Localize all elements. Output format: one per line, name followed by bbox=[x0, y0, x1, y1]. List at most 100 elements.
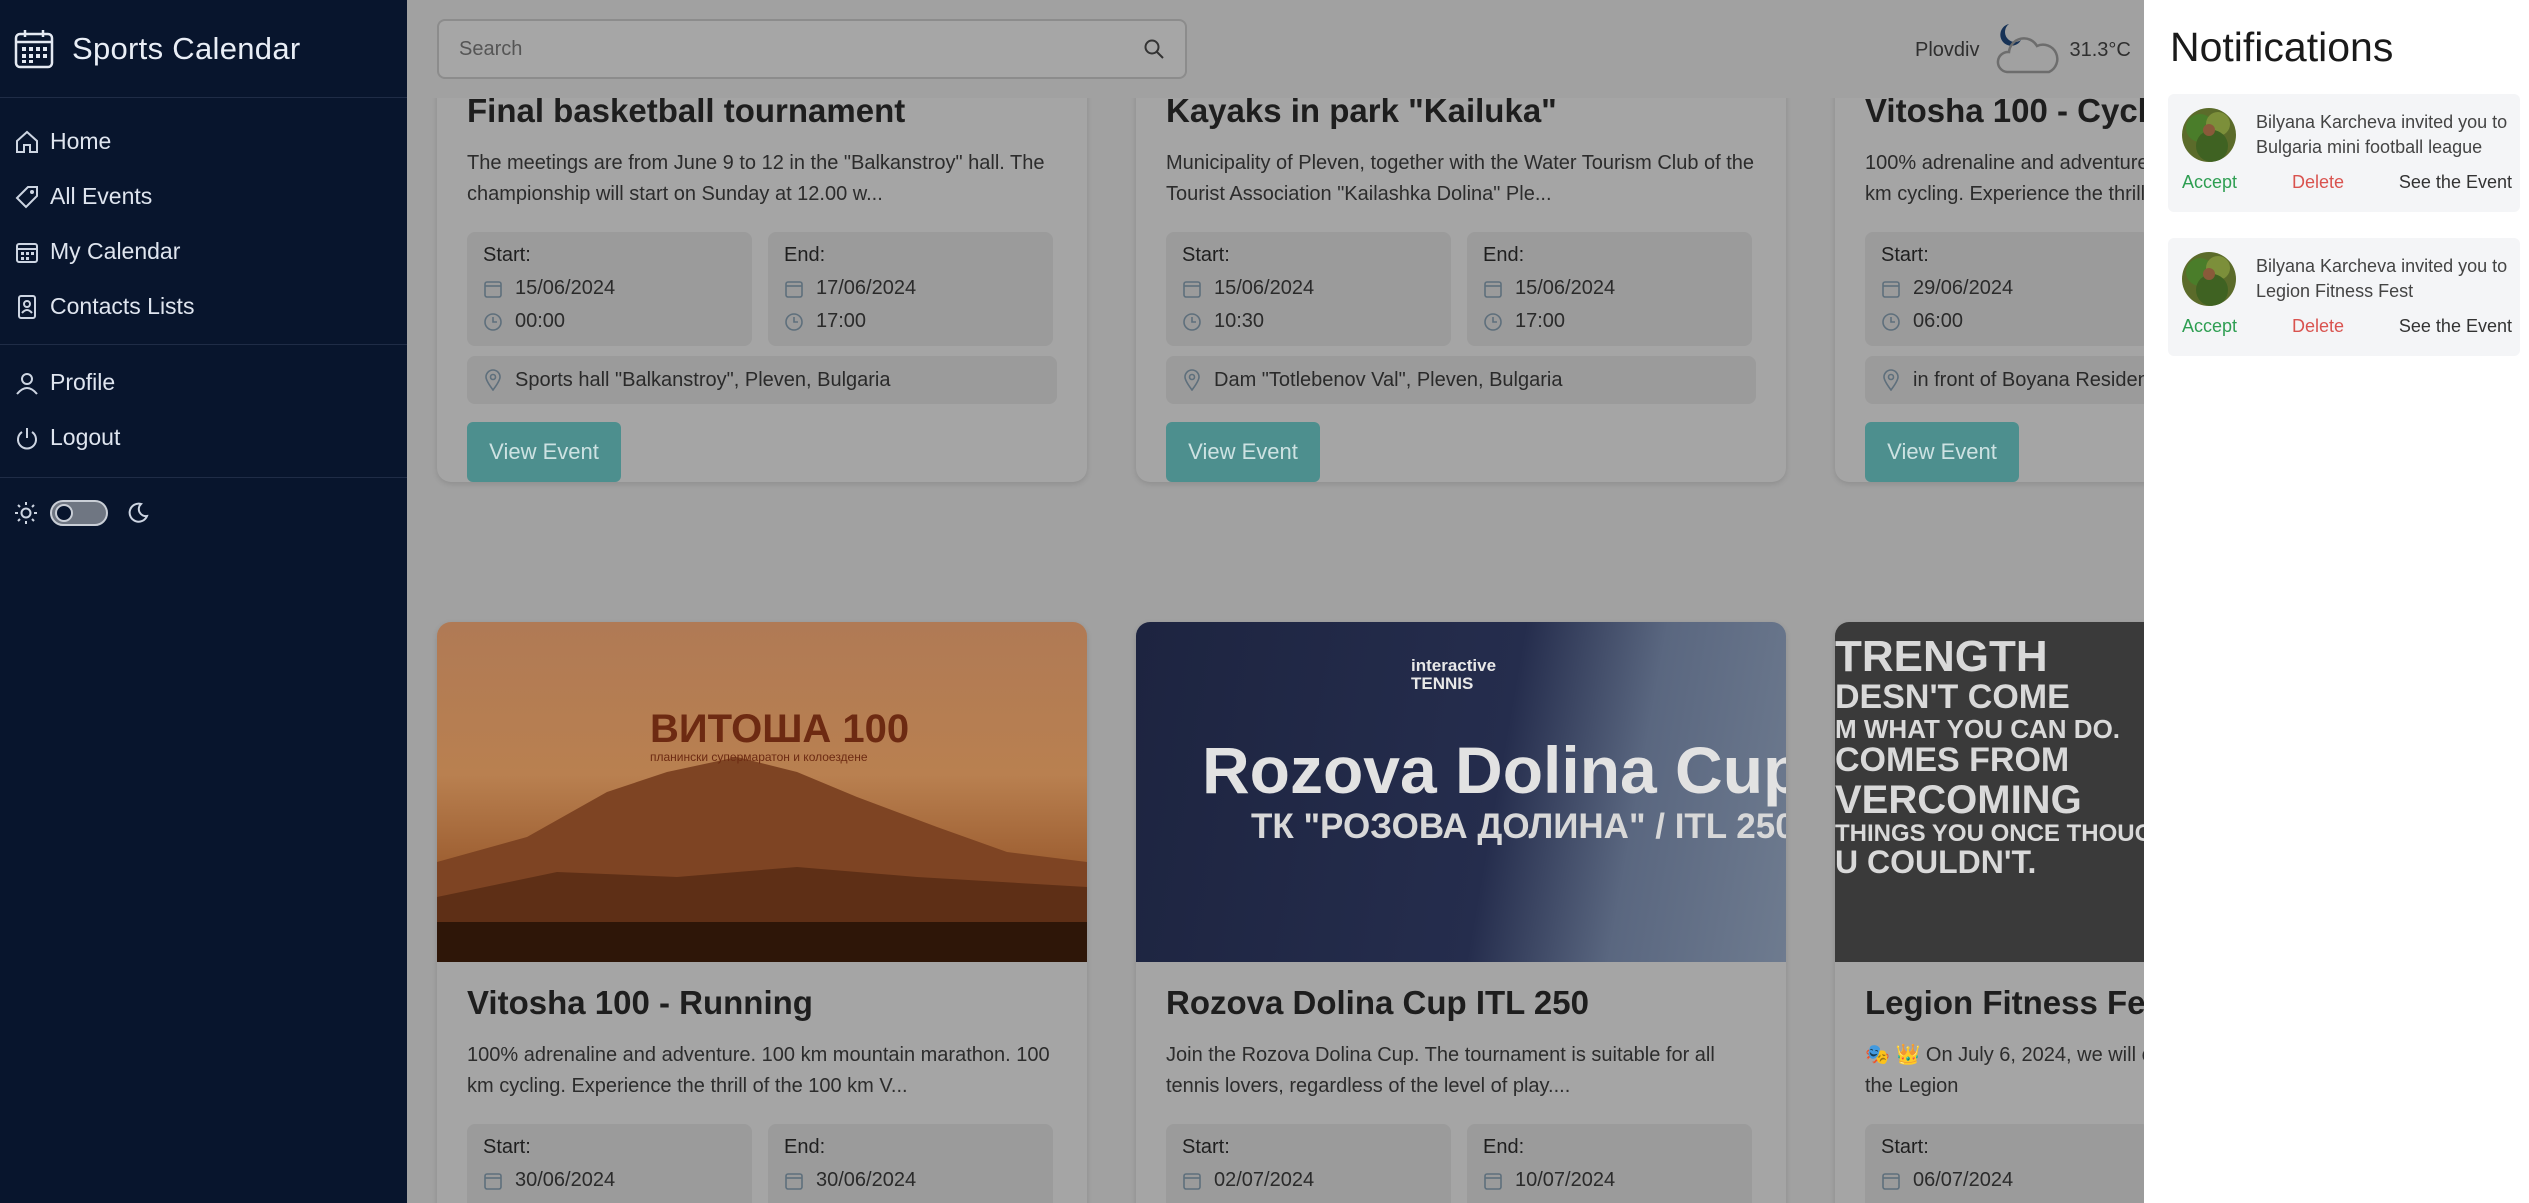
search-input[interactable] bbox=[459, 37, 1143, 61]
end-date: 30/06/2024 bbox=[816, 1169, 917, 1191]
event-card: TRENGTH DESN'T COME M WHAT YOU CAN DO. COME… bbox=[1835, 622, 2144, 1203]
main-nav: Home All Events My Calendar Contacts Lis… bbox=[0, 98, 407, 345]
sidebar-item-all-events[interactable]: All Events bbox=[0, 169, 407, 224]
sun-icon bbox=[15, 502, 37, 524]
sidebar-item-logout[interactable]: Logout bbox=[0, 410, 407, 465]
start-label: Start: bbox=[483, 1136, 531, 1158]
notifications-title: Notifications bbox=[2170, 24, 2394, 70]
location-text: Dam "Totlebenov Val", Pleven, Bulgaria bbox=[1214, 368, 1563, 391]
location-text: Sports hall "Balkanstroy", Pleven, Bulga… bbox=[515, 368, 891, 391]
clock-icon bbox=[484, 312, 502, 331]
view-event-button[interactable]: View Event bbox=[467, 422, 621, 482]
end-label: End: bbox=[784, 244, 826, 266]
cloudy-night-icon bbox=[1997, 24, 2059, 74]
avatar bbox=[2182, 108, 2236, 162]
location-text: in front of Boyana Residence bbox=[1913, 368, 2144, 391]
toggle-knob bbox=[55, 504, 73, 522]
sidebar-item-contacts-lists[interactable]: Contacts Lists bbox=[0, 279, 407, 334]
location-pin-icon bbox=[1184, 369, 1200, 391]
search-icon[interactable] bbox=[1143, 38, 1165, 60]
sidebar-item-my-calendar[interactable]: My Calendar bbox=[0, 224, 407, 279]
start-label: Start: bbox=[1881, 1136, 1929, 1158]
start-time: 06:00 bbox=[1913, 310, 1964, 332]
main-content: Final basketball tournament The meetings… bbox=[407, 0, 2144, 1203]
accept-link[interactable]: Accept bbox=[2182, 316, 2237, 337]
user-icon bbox=[16, 372, 38, 395]
image-subtitle-text: планински супермаратон и колоездене bbox=[650, 750, 868, 764]
end-box: End: 15/06/2024 17:00 bbox=[1467, 232, 1752, 346]
notifications-panel: Notifications Bilyana Karcheva invited y… bbox=[2144, 0, 2529, 1203]
calendar-logo-icon bbox=[14, 29, 54, 68]
start-box: Start: 02/07/2024 bbox=[1166, 1124, 1451, 1203]
clock-icon bbox=[1183, 312, 1201, 331]
image-quote-line: TRENGTH bbox=[1835, 632, 2048, 681]
event-card: interactive TENNIS Rozova Dolina Cup ТК … bbox=[1136, 622, 1786, 1203]
end-time: 17:00 bbox=[1515, 310, 1566, 332]
notification-item: Bilyana Karcheva invited you to Legion F… bbox=[2168, 238, 2520, 356]
event-location: Dam "Totlebenov Val", Pleven, Bulgaria bbox=[1166, 356, 1756, 404]
event-description: 100% adrenaline and adventure. 100 km mo… bbox=[1865, 152, 2144, 205]
start-time: 00:00 bbox=[515, 310, 566, 332]
end-box: End: 10/07/2024 bbox=[1467, 1124, 1752, 1203]
event-title: Legion Fitness Fest bbox=[1865, 984, 2144, 1021]
sidebar-item-profile[interactable]: Profile bbox=[0, 355, 407, 410]
delete-link[interactable]: Delete bbox=[2292, 316, 2344, 337]
event-description: Municipality of Pleven, together with th… bbox=[1166, 152, 1755, 205]
see-event-link[interactable]: See the Event bbox=[2399, 172, 2512, 193]
start-box: Start: 15/06/2024 00:00 bbox=[467, 232, 752, 346]
clock-icon bbox=[1484, 312, 1502, 331]
event-image: interactive TENNIS Rozova Dolina Cup ТК … bbox=[1136, 622, 1786, 962]
top-bar: Plovdiv 31.3°C bbox=[407, 0, 2144, 98]
end-time: 17:00 bbox=[816, 310, 867, 332]
power-icon bbox=[17, 427, 37, 449]
end-date: 17/06/2024 bbox=[816, 277, 917, 299]
search-bar bbox=[437, 19, 1187, 79]
avatar bbox=[2182, 252, 2236, 306]
theme-toggle[interactable] bbox=[50, 500, 108, 526]
calendar-icon bbox=[1882, 1172, 1900, 1190]
start-box: Start: 30/06/2024 bbox=[467, 1124, 752, 1203]
event-location: Sports hall "Balkanstroy", Pleven, Bulga… bbox=[467, 356, 1057, 404]
event-image: TRENGTH DESN'T COME M WHAT YOU CAN DO. COME… bbox=[1835, 622, 2144, 962]
brand[interactable]: Sports Calendar bbox=[0, 0, 407, 98]
sidebar-item-label: Contacts Lists bbox=[50, 293, 195, 319]
start-label: Start: bbox=[1881, 244, 1929, 266]
image-quote-line: VERCOMING bbox=[1835, 777, 2082, 822]
calendar-icon bbox=[1882, 280, 1900, 298]
event-location: in front of Boyana Residence bbox=[1865, 356, 2144, 404]
accept-link[interactable]: Accept bbox=[2182, 172, 2237, 193]
start-date: 15/06/2024 bbox=[1214, 277, 1315, 299]
weather-temp: 31.3°C bbox=[2069, 38, 2131, 61]
event-title: Vitosha 100 - Running bbox=[467, 984, 813, 1021]
see-event-link[interactable]: See the Event bbox=[2399, 316, 2512, 337]
theme-switcher bbox=[0, 478, 407, 526]
calendar-icon bbox=[16, 242, 38, 263]
view-event-button[interactable]: View Event bbox=[1865, 422, 2019, 482]
image-quote-line: COMES FROM bbox=[1835, 741, 2070, 780]
image-quote-line: DESN'T COME bbox=[1835, 678, 2070, 717]
event-image: ВИТОША 100 планински супермаратон и коло… bbox=[437, 622, 1087, 962]
event-description: 🎭 👑 On July 6, 2024, we will celebrate s… bbox=[1865, 1044, 2144, 1097]
sidebar-item-label: All Events bbox=[50, 183, 153, 209]
calendar-icon bbox=[484, 1172, 502, 1190]
event-card: ВИТОША 100 планински супермаратон и коло… bbox=[437, 622, 1087, 1203]
image-quote-text: TRENGTH DESN'T COME M WHAT YOU CAN DO. COME… bbox=[1835, 632, 2144, 881]
image-title-text: Rozova Dolina Cup bbox=[1202, 733, 1786, 807]
start-date: 29/06/2024 bbox=[1913, 277, 2014, 299]
start-date: 15/06/2024 bbox=[515, 277, 616, 299]
notification-text: Bilyana Karcheva invited you to Legion F… bbox=[2256, 256, 2508, 301]
end-date: 15/06/2024 bbox=[1515, 277, 1616, 299]
sidebar-item-home[interactable]: Home bbox=[0, 114, 407, 169]
weather-widget: Plovdiv 31.3°C bbox=[1915, 12, 2131, 88]
start-label: Start: bbox=[483, 244, 531, 266]
start-date: 02/07/2024 bbox=[1214, 1169, 1315, 1191]
view-event-button[interactable]: View Event bbox=[1166, 422, 1320, 482]
home-icon bbox=[16, 130, 38, 153]
end-label: End: bbox=[784, 1136, 826, 1158]
calendar-icon bbox=[1183, 280, 1201, 298]
start-date: 30/06/2024 bbox=[515, 1169, 616, 1191]
notification-item: Bilyana Karcheva invited you to Bulgaria… bbox=[2168, 94, 2520, 212]
delete-link[interactable]: Delete bbox=[2292, 172, 2344, 193]
contacts-icon bbox=[18, 294, 36, 319]
image-quote-line: U COULDN'T. bbox=[1835, 844, 2037, 881]
